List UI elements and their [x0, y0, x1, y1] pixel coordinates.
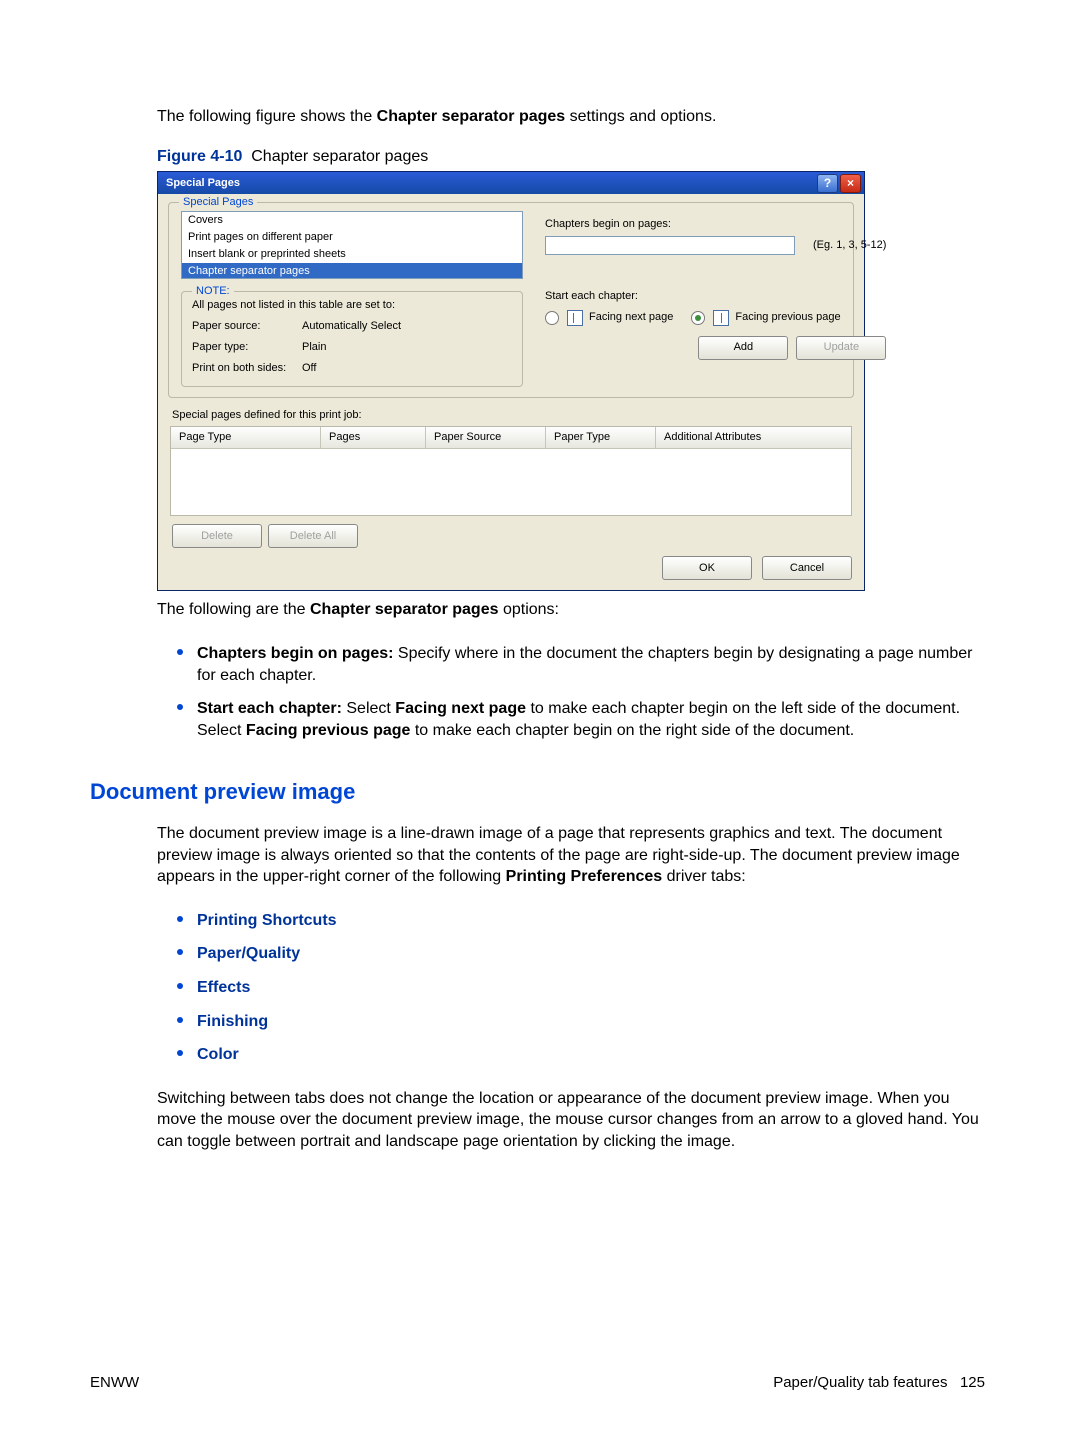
radio-prev-label: Facing previous page [735, 310, 840, 325]
note-legend: NOTE: [192, 284, 234, 299]
tab-item: Color [157, 1038, 985, 1072]
radio-dot-icon [545, 311, 559, 325]
options-list: Chapters begin on pages: Specify where i… [157, 637, 985, 747]
group-legend: Special Pages [179, 195, 257, 210]
intro-paragraph: The following figure shows the Chapter s… [157, 106, 985, 128]
special-pages-group: Special Pages Covers Print pages on diff… [168, 202, 854, 397]
defined-pages-label: Special pages defined for this print job… [172, 408, 852, 423]
page-footer: ENWW Paper/Quality tab features 125 [90, 1373, 985, 1393]
col-additional-attributes[interactable]: Additional Attributes [656, 427, 851, 448]
options-intro: The following are the Chapter separator … [157, 599, 985, 621]
list-item[interactable]: Insert blank or preprinted sheets [182, 246, 522, 263]
col-pages[interactable]: Pages [321, 427, 426, 448]
paper-type-label: Paper type: [192, 340, 302, 355]
col-paper-source[interactable]: Paper Source [426, 427, 546, 448]
both-sides-label: Print on both sides: [192, 361, 302, 376]
col-paper-type[interactable]: Paper Type [546, 427, 656, 448]
update-button[interactable]: Update [796, 336, 886, 360]
page-left-icon [567, 310, 583, 326]
page-right-icon [713, 310, 729, 326]
list-item[interactable]: Covers [182, 212, 522, 229]
special-pages-dialog: Special Pages ? × Special Pages Covers P… [157, 171, 865, 591]
cancel-button[interactable]: Cancel [762, 556, 852, 580]
chapters-begin-hint: (Eg. 1, 3, 5-12) [813, 238, 886, 253]
help-button[interactable]: ? [817, 174, 838, 193]
defined-pages-table[interactable]: Page Type Pages Paper Source Paper Type … [170, 426, 852, 516]
close-button[interactable]: × [840, 174, 861, 193]
footer-left: ENWW [90, 1373, 139, 1393]
tab-item: Printing Shortcuts [157, 904, 985, 938]
list-item-selected[interactable]: Chapter separator pages [182, 263, 522, 279]
figure-caption: Figure 4-10 Chapter separator pages [157, 146, 985, 168]
page-types-listbox[interactable]: Covers Print pages on different paper In… [181, 211, 523, 279]
preview-paragraph-2: Switching between tabs does not change t… [157, 1088, 985, 1153]
col-page-type[interactable]: Page Type [171, 427, 321, 448]
footer-right: Paper/Quality tab features 125 [773, 1373, 985, 1393]
preview-paragraph-1: The document preview image is a line-dra… [157, 823, 985, 888]
tab-item: Effects [157, 971, 985, 1005]
note-box: NOTE: All pages not listed in this table… [181, 291, 523, 386]
radio-facing-previous[interactable]: Facing previous page [691, 310, 840, 326]
tab-item: Finishing [157, 1005, 985, 1039]
radio-dot-selected-icon [691, 311, 705, 325]
tabs-list: Printing Shortcuts Paper/Quality Effects… [157, 904, 985, 1072]
option-start-each-chapter: Start each chapter: Select Facing next p… [157, 692, 985, 747]
both-sides-value: Off [302, 361, 316, 376]
radio-next-label: Facing next page [589, 310, 673, 325]
option-chapters-begin: Chapters begin on pages: Specify where i… [157, 637, 985, 692]
add-button[interactable]: Add [698, 336, 788, 360]
paper-type-value: Plain [302, 340, 326, 355]
delete-all-button[interactable]: Delete All [268, 524, 358, 548]
paper-source-label: Paper source: [192, 319, 302, 334]
paper-source-value: Automatically Select [302, 319, 401, 334]
start-each-chapter-label: Start each chapter: [545, 289, 886, 304]
section-heading: Document preview image [90, 777, 985, 807]
chapters-begin-label: Chapters begin on pages: [545, 217, 886, 232]
note-text: All pages not listed in this table are s… [192, 298, 512, 313]
delete-button[interactable]: Delete [172, 524, 262, 548]
chapters-begin-input[interactable] [545, 236, 795, 255]
radio-facing-next[interactable]: Facing next page [545, 310, 673, 326]
list-item[interactable]: Print pages on different paper [182, 229, 522, 246]
ok-button[interactable]: OK [662, 556, 752, 580]
table-header: Page Type Pages Paper Source Paper Type … [171, 427, 851, 449]
dialog-title: Special Pages [166, 176, 240, 191]
dialog-titlebar: Special Pages ? × [158, 172, 864, 194]
tab-item: Paper/Quality [157, 937, 985, 971]
